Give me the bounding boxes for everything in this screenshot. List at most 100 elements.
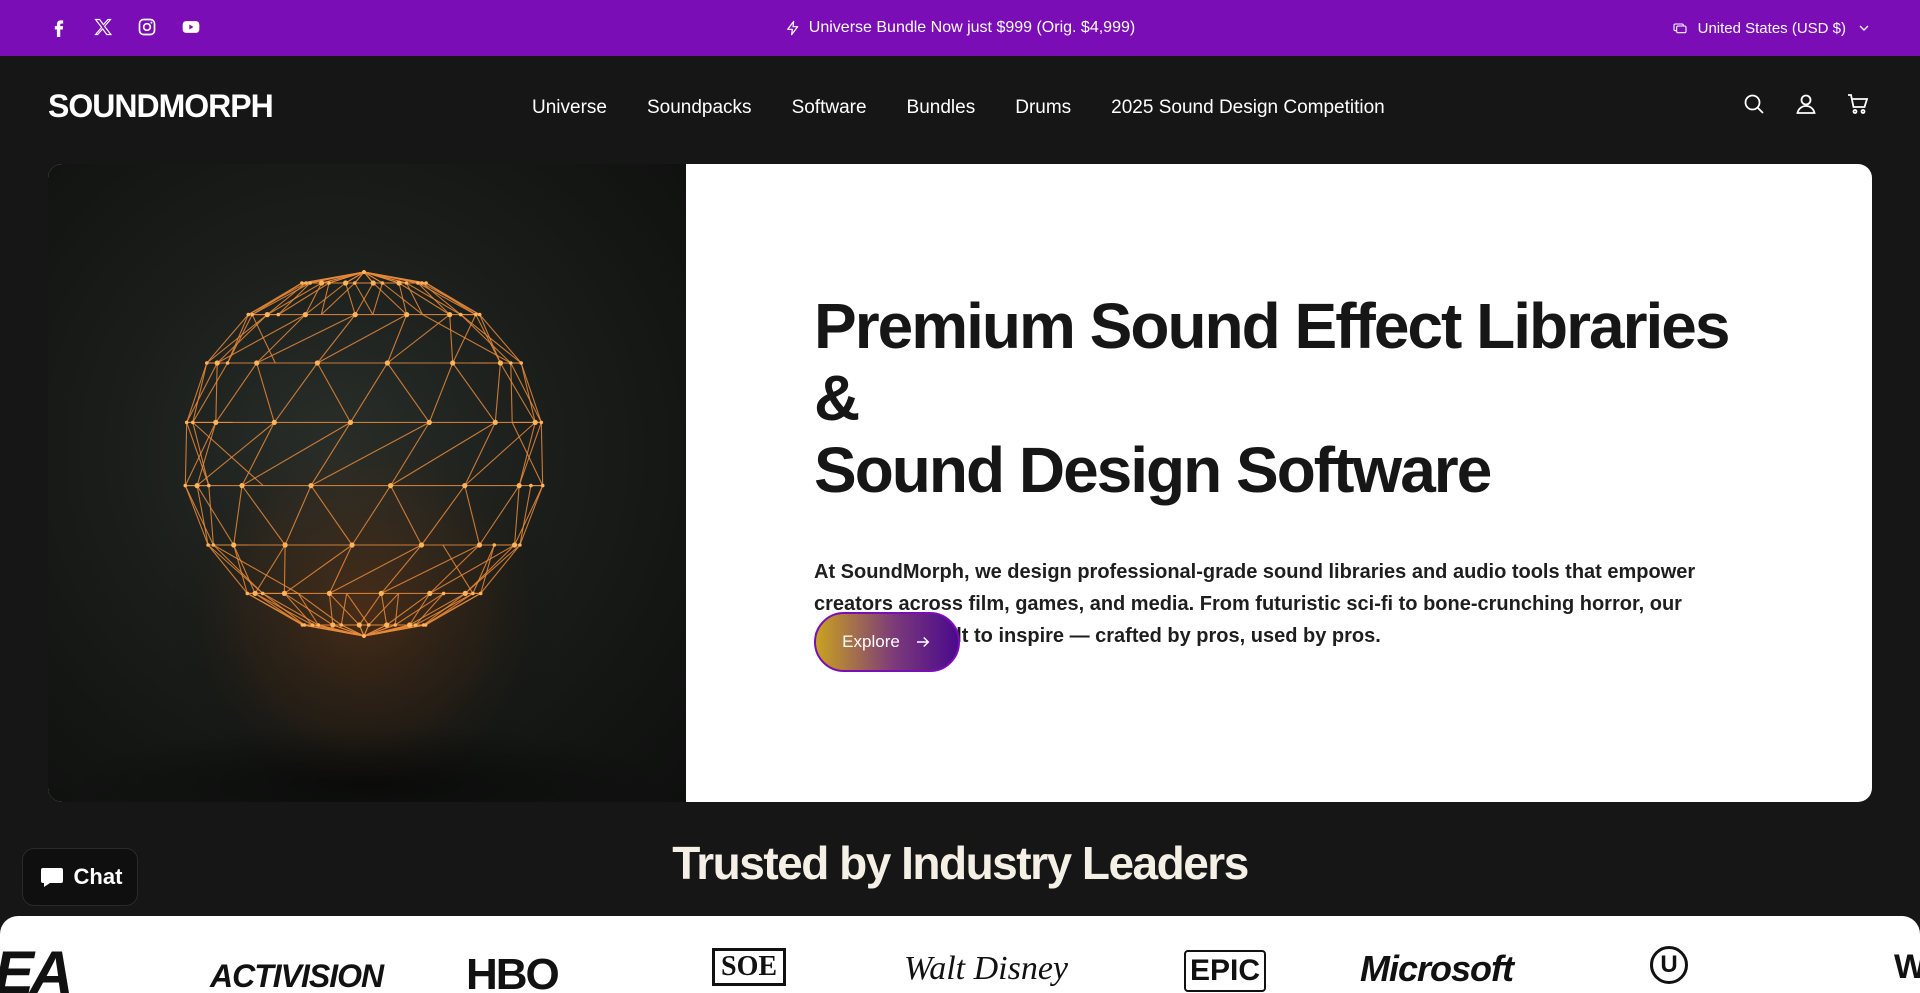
nav-universe[interactable]: Universe bbox=[532, 97, 607, 119]
nav-drums[interactable]: Drums bbox=[1015, 97, 1071, 119]
sphere-node bbox=[366, 623, 371, 627]
sphere-node bbox=[519, 361, 523, 365]
sphere-node bbox=[529, 483, 533, 488]
brand-logo-soe: SOE bbox=[712, 948, 787, 986]
sphere-edge bbox=[510, 362, 513, 423]
sphere-edge bbox=[215, 362, 218, 423]
locale-label: United States (USD $) bbox=[1697, 19, 1846, 37]
hero-title-line-1: Premium Sound Effect Libraries & bbox=[814, 290, 1730, 434]
brand-logo-ea: EA bbox=[0, 939, 73, 993]
hero-title-line-2: Sound Design Software bbox=[814, 434, 1492, 506]
nav-bundles[interactable]: Bundles bbox=[907, 97, 976, 119]
brand-logo-strip: EA ACTIVISION HBO SOE Walt Disney EPIC M… bbox=[0, 916, 1920, 993]
sphere-node bbox=[250, 312, 254, 317]
chat-button[interactable]: Chat bbox=[22, 848, 138, 906]
sphere-edge bbox=[428, 362, 454, 423]
nav-competition[interactable]: 2025 Sound Design Competition bbox=[1111, 97, 1385, 119]
explore-label: Explore bbox=[842, 632, 900, 651]
sphere-edge bbox=[186, 362, 218, 423]
sphere-edge bbox=[417, 282, 477, 316]
brand-logo-epic: EPIC bbox=[1184, 950, 1267, 992]
sphere-node bbox=[308, 483, 314, 489]
arrow-right-icon bbox=[916, 636, 930, 648]
sphere-node bbox=[450, 360, 456, 366]
sphere-node bbox=[404, 281, 409, 285]
sphere-node bbox=[478, 591, 483, 596]
sphere-node bbox=[492, 543, 497, 547]
sphere-node bbox=[413, 623, 418, 627]
sphere-node bbox=[471, 591, 475, 596]
chat-bubble-icon bbox=[40, 868, 63, 887]
search-icon[interactable] bbox=[1742, 92, 1768, 118]
sphere-node bbox=[476, 542, 483, 548]
sphere-node bbox=[447, 312, 453, 318]
sphere-node bbox=[260, 591, 265, 596]
sphere-node bbox=[206, 543, 210, 547]
sphere-node bbox=[477, 312, 482, 317]
sphere-edge bbox=[273, 362, 318, 423]
hero-image bbox=[48, 164, 686, 802]
sphere-node bbox=[516, 483, 522, 489]
sphere-node bbox=[370, 280, 376, 286]
sphere-node bbox=[330, 622, 336, 628]
sphere-edge bbox=[320, 282, 330, 315]
sphere-node bbox=[194, 483, 200, 489]
sphere-node bbox=[509, 361, 513, 365]
sphere-edge bbox=[520, 362, 542, 423]
sphere-node bbox=[264, 312, 270, 318]
sphere-edge bbox=[186, 362, 208, 423]
sphere-node bbox=[231, 542, 237, 548]
sphere-edge bbox=[460, 314, 522, 364]
sphere-node bbox=[300, 281, 304, 285]
sphere-edge bbox=[316, 314, 356, 364]
sphere-node bbox=[424, 281, 428, 285]
sphere-node bbox=[462, 483, 468, 489]
sphere-node bbox=[423, 623, 428, 627]
sphere-node bbox=[378, 590, 384, 596]
sphere-edge bbox=[510, 362, 542, 423]
sphere-edge bbox=[449, 314, 454, 364]
sphere-edge bbox=[382, 282, 423, 316]
sphere-node bbox=[416, 281, 420, 285]
sphere-node bbox=[352, 312, 358, 318]
nav-software[interactable]: Software bbox=[792, 97, 867, 119]
sphere-node bbox=[426, 419, 432, 425]
sphere-node bbox=[319, 280, 325, 286]
sphere-node bbox=[327, 281, 331, 285]
sphere-node bbox=[532, 419, 538, 425]
sphere-node bbox=[343, 280, 349, 286]
brand-logo-disney: Walt Disney bbox=[904, 950, 1069, 987]
currency-icon bbox=[1673, 23, 1687, 34]
sphere-edge bbox=[192, 362, 208, 423]
sphere-edge bbox=[227, 314, 253, 364]
sphere-node bbox=[404, 312, 410, 318]
lightning-icon bbox=[786, 20, 799, 36]
sphere-node bbox=[353, 281, 357, 285]
sphere-node bbox=[420, 281, 424, 285]
sphere-node bbox=[540, 483, 545, 488]
chevron-down-icon bbox=[1859, 25, 1869, 31]
sphere-edge bbox=[184, 422, 188, 486]
cart-icon[interactable] bbox=[1846, 92, 1872, 118]
promo-banner[interactable]: Universe Bundle Now just $999 (Orig. $4,… bbox=[0, 0, 1920, 56]
account-icon[interactable] bbox=[1794, 92, 1820, 118]
sphere-node bbox=[302, 312, 308, 318]
locale-selector[interactable]: United States (USD $) bbox=[1672, 0, 1872, 56]
announcement-bar: Universe Bundle Now just $999 (Orig. $4,… bbox=[0, 0, 1920, 56]
sphere-node bbox=[427, 590, 433, 596]
soundmorph-logo[interactable]: SOUNDMORPH bbox=[48, 86, 274, 126]
explore-button[interactable]: Explore bbox=[814, 612, 960, 672]
wireframe-sphere-image bbox=[68, 270, 668, 802]
sphere-node bbox=[518, 543, 522, 547]
logo-text: SOUNDMORPH bbox=[48, 87, 274, 124]
brand-logo-unreal: U bbox=[1650, 946, 1688, 984]
sphere-node bbox=[462, 590, 468, 596]
sphere-edge bbox=[540, 422, 544, 486]
trusted-title: Trusted by Industry Leaders bbox=[672, 837, 1249, 889]
sphere-node bbox=[281, 590, 287, 596]
brand-logo-hbo: HBO bbox=[466, 950, 560, 993]
brand-logo-activision: ACTIVISION bbox=[210, 958, 384, 993]
sphere-node bbox=[308, 281, 312, 285]
nav-soundpacks[interactable]: Soundpacks bbox=[647, 97, 752, 119]
sphere-edge bbox=[206, 314, 268, 364]
